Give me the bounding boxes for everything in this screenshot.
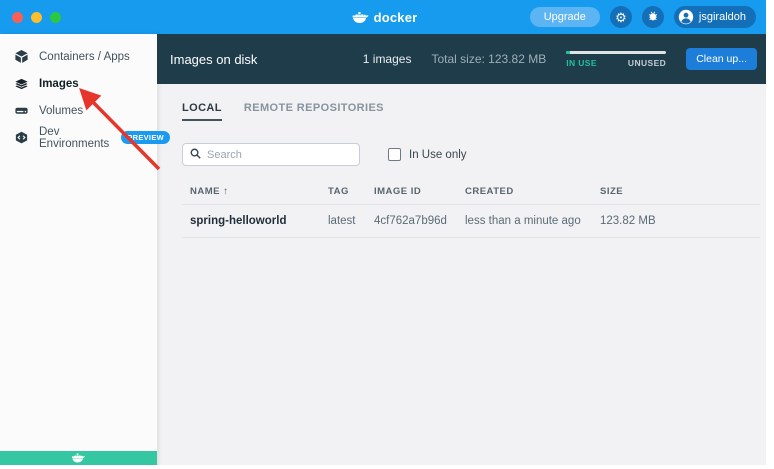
tab-remote-repositories[interactable]: REMOTE REPOSITORIES <box>244 102 384 121</box>
username-label: jsgiraldoh <box>699 11 746 23</box>
image-size-cell: 123.82 MB <box>600 215 760 227</box>
user-icon <box>678 9 694 25</box>
search-icon <box>190 146 201 164</box>
dev-environments-icon <box>13 130 29 146</box>
image-count: 1 images <box>363 52 412 66</box>
table-row[interactable]: spring-helloworld latest 4cf762a7b96d le… <box>182 205 760 238</box>
minimize-window-button[interactable] <box>31 12 42 23</box>
volumes-icon <box>13 103 29 119</box>
sidebar: Containers / Apps Images <box>0 34 157 467</box>
zoom-window-button[interactable] <box>50 12 61 23</box>
total-size: Total size: 123.82 MB <box>431 52 546 66</box>
column-header-created[interactable]: CREATED <box>465 186 600 197</box>
column-header-size[interactable]: SIZE <box>600 186 760 197</box>
docker-desktop-window: docker Upgrade ⚙ <box>0 0 770 467</box>
usage-bar <box>566 51 666 54</box>
sidebar-item-label: Dev Environments <box>39 126 109 150</box>
in-use-only-checkbox[interactable] <box>388 148 401 161</box>
sidebar-item-containers-apps[interactable]: Containers / Apps <box>0 43 157 70</box>
close-window-button[interactable] <box>12 12 23 23</box>
image-tag-cell: latest <box>328 215 374 227</box>
image-name-cell: spring-helloworld <box>190 215 328 227</box>
settings-button[interactable]: ⚙ <box>610 6 632 28</box>
docker-logo: docker <box>353 0 418 34</box>
images-icon <box>13 76 29 92</box>
screenshot-margin-bottom <box>0 465 770 467</box>
search-input[interactable] <box>207 149 352 161</box>
troubleshoot-button[interactable] <box>642 6 664 28</box>
sidebar-item-label: Containers / Apps <box>39 51 130 63</box>
window-controls <box>12 12 61 23</box>
column-header-image-id[interactable]: IMAGE ID <box>374 186 465 197</box>
bug-icon <box>647 10 659 24</box>
page-title: Images on disk <box>170 52 257 67</box>
docker-whale-icon <box>353 9 369 25</box>
disk-usage-indicator: IN USE UNUSED <box>566 51 666 68</box>
unused-label: UNUSED <box>628 58 666 68</box>
images-table: NAME↑ TAG IMAGE ID CREATED SIZE spring-h… <box>182 178 760 238</box>
column-header-tag[interactable]: TAG <box>328 186 374 197</box>
clean-up-button[interactable]: Clean up... <box>686 48 757 70</box>
screenshot-margin-right <box>766 0 770 467</box>
tab-local[interactable]: LOCAL <box>182 102 222 121</box>
images-content: LOCAL REMOTE REPOSITORIES In Use only N <box>157 84 770 467</box>
title-bar: docker Upgrade ⚙ <box>0 0 770 34</box>
sidebar-item-images[interactable]: Images <box>0 70 157 97</box>
sidebar-item-volumes[interactable]: Volumes <box>0 97 157 124</box>
search-box[interactable] <box>182 143 360 166</box>
image-created-cell: less than a minute ago <box>465 215 600 227</box>
column-header-name[interactable]: NAME↑ <box>190 186 328 197</box>
in-use-only-label: In Use only <box>409 149 467 161</box>
user-menu[interactable]: jsgiraldoh <box>674 6 756 28</box>
image-id-cell: 4cf762a7b96d <box>374 215 465 227</box>
sidebar-item-dev-environments[interactable]: Dev Environments PREVIEW <box>0 124 157 151</box>
docker-logo-text: docker <box>374 10 418 25</box>
containers-icon <box>13 49 29 65</box>
in-use-only-filter[interactable]: In Use only <box>388 148 467 161</box>
sidebar-item-label: Images <box>39 78 79 90</box>
in-use-label: IN USE <box>566 58 597 68</box>
images-header: Images on disk 1 images Total size: 123.… <box>157 34 770 84</box>
sidebar-item-label: Volumes <box>39 105 83 117</box>
tab-bar: LOCAL REMOTE REPOSITORIES <box>182 102 760 121</box>
table-header-row: NAME↑ TAG IMAGE ID CREATED SIZE <box>182 178 760 205</box>
sort-asc-icon: ↑ <box>223 186 229 197</box>
upgrade-button[interactable]: Upgrade <box>530 7 600 27</box>
gear-icon: ⚙ <box>615 11 627 24</box>
usage-bar-fill <box>566 51 570 54</box>
